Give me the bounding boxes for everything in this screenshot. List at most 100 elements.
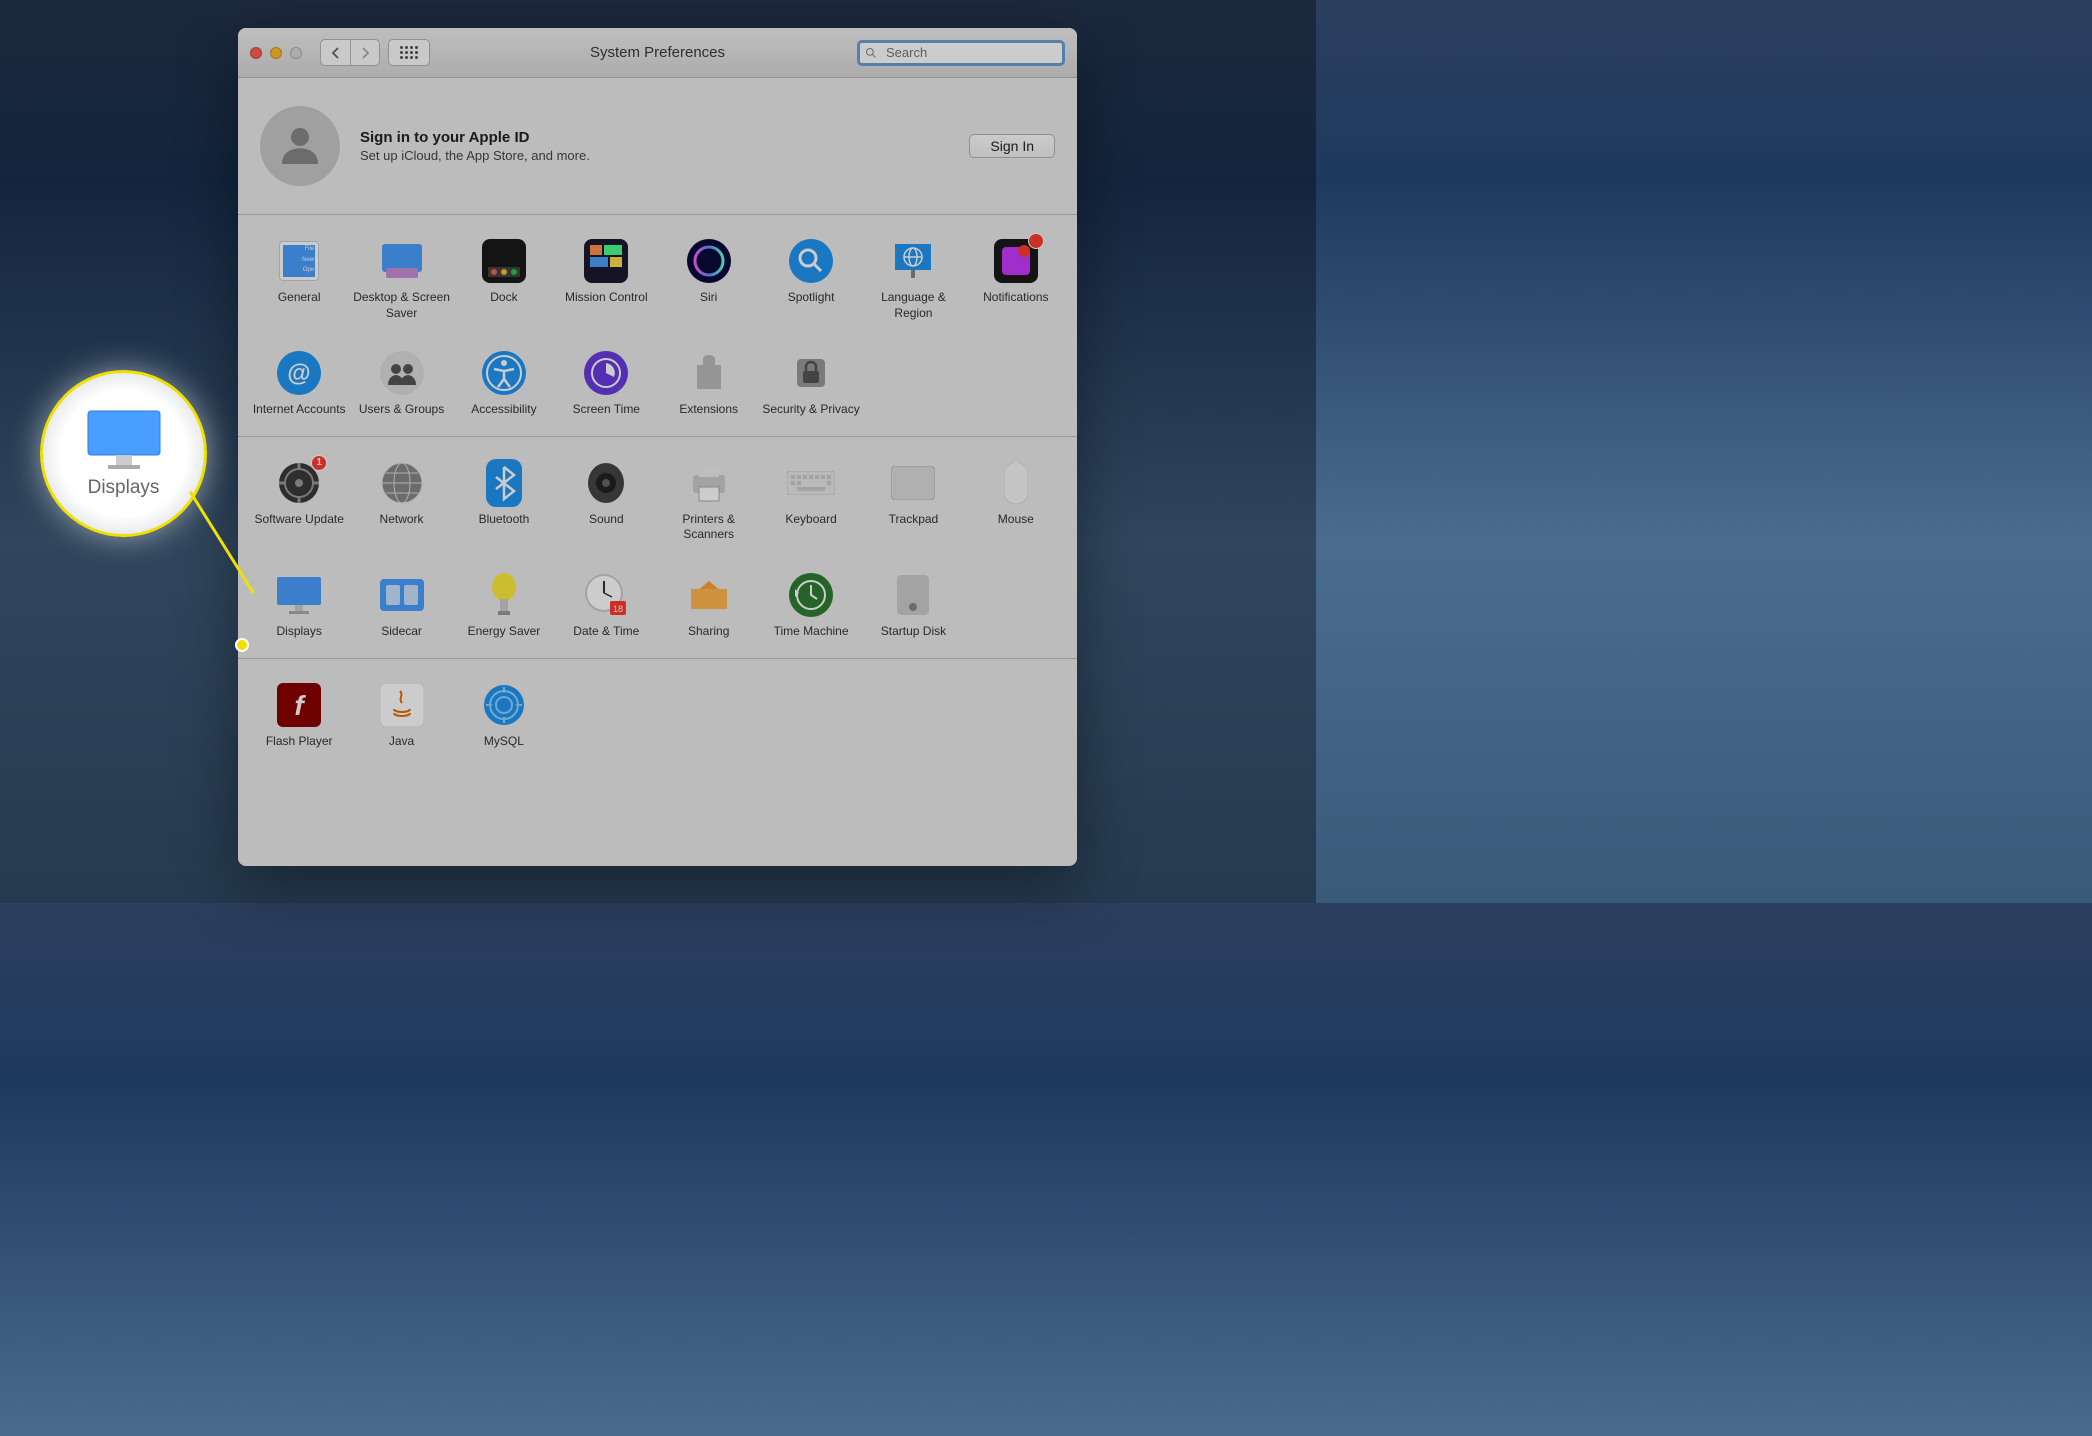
nav-buttons — [320, 39, 380, 66]
pref-label: Printers & Scanners — [660, 512, 758, 543]
pref-item-access[interactable]: Accessibility — [453, 349, 555, 418]
search-input[interactable] — [857, 40, 1065, 66]
pref-item-security[interactable]: Security & Privacy — [760, 349, 862, 418]
pref-label: Software Update — [254, 512, 343, 528]
ext-icon — [685, 349, 733, 397]
chevron-right-icon — [360, 47, 370, 59]
mission-icon — [582, 237, 630, 285]
search-wrap — [857, 40, 1065, 66]
displays-callout: Displays — [40, 370, 207, 537]
system-preferences-window: System Preferences Sign in to your Apple… — [238, 28, 1077, 866]
displays-icon — [275, 571, 323, 619]
pref-item-software[interactable]: 1Software Update — [248, 459, 350, 543]
pref-item-spotlight[interactable]: Spotlight — [760, 237, 862, 321]
callout-circle: Displays — [40, 370, 207, 537]
pref-item-sound[interactable]: Sound — [555, 459, 657, 543]
show-all-button[interactable] — [388, 39, 430, 66]
access-icon — [480, 349, 528, 397]
printers-icon — [685, 459, 733, 507]
pref-item-flash[interactable]: f Flash Player — [248, 681, 350, 750]
pref-label: Flash Player — [266, 734, 333, 750]
pref-item-datetime[interactable]: 18 Date & Time — [555, 571, 657, 640]
datetime-icon: 18 — [582, 571, 630, 619]
pref-item-mission[interactable]: Mission Control — [555, 237, 657, 321]
pref-item-mysql[interactable]: MySQL — [453, 681, 555, 750]
pref-label: Java — [389, 734, 414, 750]
pref-grid-bottom: f Flash Player Java MySQL — [238, 659, 1077, 768]
pref-label: Time Machine — [774, 624, 849, 640]
pref-item-printers[interactable]: Printers & Scanners — [658, 459, 760, 543]
window-titlebar: System Preferences — [238, 28, 1077, 78]
close-button[interactable] — [250, 47, 262, 59]
pref-item-ext[interactable]: Extensions — [658, 349, 760, 418]
flash-icon: f — [275, 681, 323, 729]
startup-icon — [889, 571, 937, 619]
notif-icon — [992, 237, 1040, 285]
pref-label: Security & Privacy — [762, 402, 859, 418]
timemachine-icon — [787, 571, 835, 619]
pref-item-startup[interactable]: Startup Disk — [862, 571, 964, 640]
pref-item-keyboard[interactable]: Keyboard — [760, 459, 862, 543]
maximize-button[interactable] — [290, 47, 302, 59]
pref-item-energy[interactable]: Energy Saver — [453, 571, 555, 640]
forward-button[interactable] — [350, 39, 380, 66]
pref-grid-top: FileNewOpe General Desktop & Screen Saver D… — [238, 215, 1077, 436]
search-icon — [865, 47, 877, 59]
keyboard-icon — [787, 459, 835, 507]
pref-item-internet[interactable]: @ Internet Accounts — [248, 349, 350, 418]
pref-label: Dock — [490, 290, 517, 306]
pref-item-sidecar[interactable]: Sidecar — [350, 571, 452, 640]
desktop-icon — [378, 237, 426, 285]
internet-icon: @ — [275, 349, 323, 397]
apple-id-text: Sign in to your Apple ID Set up iCloud, … — [360, 129, 590, 163]
pref-label: Mouse — [998, 512, 1034, 528]
person-icon — [273, 119, 327, 173]
minimize-button[interactable] — [270, 47, 282, 59]
pref-label: Notifications — [983, 290, 1048, 306]
pref-label: Displays — [277, 624, 322, 640]
pref-item-mouse[interactable]: Mouse — [965, 459, 1067, 543]
pref-item-general[interactable]: FileNewOpe General — [248, 237, 350, 321]
security-icon — [787, 349, 835, 397]
pref-item-language[interactable]: Language & Region — [862, 237, 964, 321]
pref-label: Network — [380, 512, 424, 528]
pref-item-displays[interactable]: Displays — [248, 571, 350, 640]
back-button[interactable] — [320, 39, 350, 66]
pref-label: General — [278, 290, 321, 306]
pref-label: Internet Accounts — [253, 402, 346, 418]
general-icon: FileNewOpe — [275, 237, 323, 285]
chevron-left-icon — [331, 47, 341, 59]
pref-item-screentime[interactable]: Screen Time — [555, 349, 657, 418]
pref-item-siri[interactable]: Siri — [658, 237, 760, 321]
pref-item-notif[interactable]: Notifications — [965, 237, 1067, 321]
pref-item-bluetooth[interactable]: Bluetooth — [453, 459, 555, 543]
apple-id-heading: Sign in to your Apple ID — [360, 129, 590, 146]
badge: 1 — [311, 455, 327, 471]
pref-grid-mid: 1Software UpdateNetworkBluetoothSoundPri… — [238, 437, 1077, 658]
pref-item-java[interactable]: Java — [350, 681, 452, 750]
pref-item-trackpad[interactable]: Trackpad — [862, 459, 964, 543]
network-icon — [378, 459, 426, 507]
pref-label: Date & Time — [573, 624, 639, 640]
avatar — [260, 106, 340, 186]
display-icon — [84, 409, 164, 471]
grid-icon — [400, 46, 418, 59]
pref-label: Trackpad — [889, 512, 939, 528]
pref-item-dock[interactable]: Dock — [453, 237, 555, 321]
svg-text:@: @ — [287, 360, 310, 387]
users-icon — [378, 349, 426, 397]
sign-in-button[interactable]: Sign In — [969, 134, 1055, 158]
sidecar-icon — [378, 571, 426, 619]
pref-label: Language & Region — [864, 290, 962, 321]
badge — [1028, 233, 1044, 249]
spotlight-icon — [787, 237, 835, 285]
pref-item-timemachine[interactable]: Time Machine — [760, 571, 862, 640]
pref-item-network[interactable]: Network — [350, 459, 452, 543]
pref-label: MySQL — [484, 734, 524, 750]
pref-item-sharing[interactable]: Sharing — [658, 571, 760, 640]
pref-label: Energy Saver — [468, 624, 541, 640]
pref-item-desktop[interactable]: Desktop & Screen Saver — [350, 237, 452, 321]
pref-item-users[interactable]: Users & Groups — [350, 349, 452, 418]
screentime-icon — [582, 349, 630, 397]
bluetooth-icon — [480, 459, 528, 507]
